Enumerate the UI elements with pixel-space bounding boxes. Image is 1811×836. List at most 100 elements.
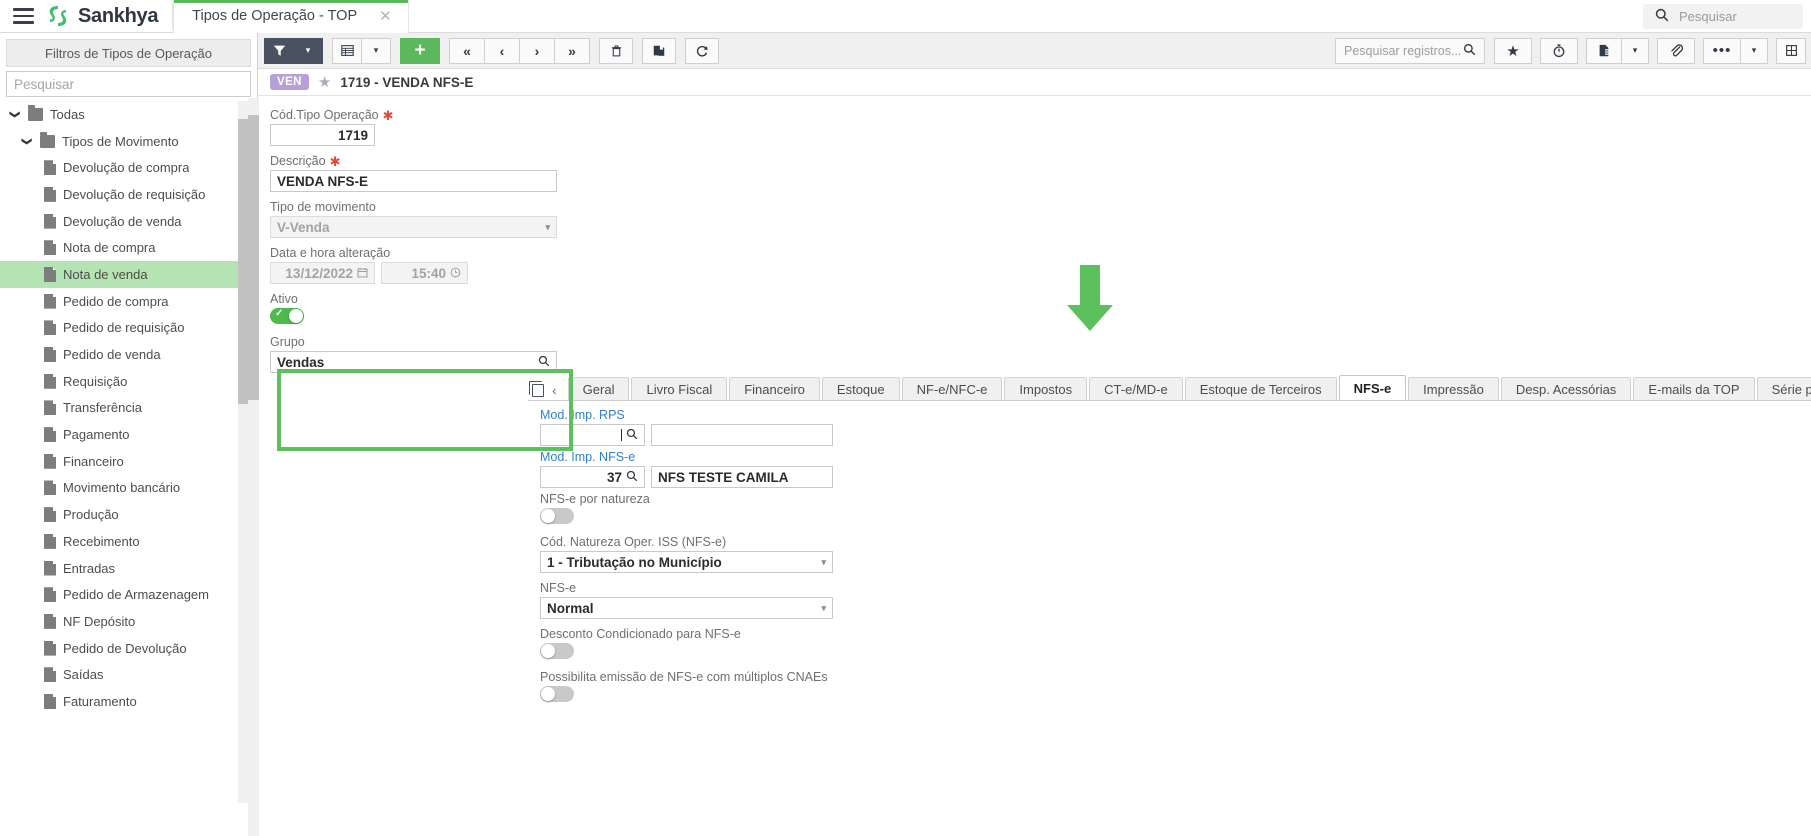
tree-item[interactable]: Devolução de venda bbox=[0, 208, 257, 235]
tree-item[interactable]: Financeiro bbox=[0, 448, 257, 475]
tab-financeiro[interactable]: Financeiro bbox=[729, 377, 820, 401]
tree-item[interactable]: Pagamento bbox=[0, 421, 257, 448]
tree-item[interactable]: Nota de compra bbox=[0, 234, 257, 261]
tab-nf-e-nfc-e[interactable]: NF-e/NFC-e bbox=[901, 377, 1003, 401]
tab-ct-e-md-e[interactable]: CT-e/MD-e bbox=[1089, 377, 1183, 401]
nfse-por-natureza-toggle[interactable] bbox=[540, 508, 574, 524]
duplicate-record-button[interactable] bbox=[642, 37, 676, 64]
tree-item[interactable]: NF Depósito bbox=[0, 608, 257, 635]
mod-imp-rps-code-input[interactable] bbox=[540, 424, 645, 446]
tree-item[interactable]: ❯ Tipos de Movimento bbox=[0, 128, 257, 155]
tab-impostos[interactable]: Impostos bbox=[1004, 377, 1088, 401]
mod-imp-nfse-code-input[interactable]: 37 bbox=[540, 466, 645, 488]
tab-e-mails-da-top[interactable]: E-mails da TOP bbox=[1633, 377, 1755, 401]
tree-item[interactable]: ❯ Todas bbox=[0, 101, 257, 128]
tipo-movimento-select[interactable]: V-Venda ▾ bbox=[270, 216, 557, 238]
search-icon[interactable] bbox=[538, 355, 550, 370]
last-record-button[interactable]: » bbox=[554, 37, 590, 64]
tab-estoque-de-terceiros[interactable]: Estoque de Terceiros bbox=[1184, 377, 1337, 401]
attachment-button[interactable] bbox=[1657, 37, 1695, 64]
descricao-input[interactable]: VENDA NFS-E bbox=[270, 170, 557, 192]
tree-item[interactable]: Entradas bbox=[0, 555, 257, 582]
filter-dropdown-button[interactable]: ▾ bbox=[293, 37, 323, 64]
tab-livro-fiscal[interactable]: Livro Fiscal bbox=[631, 377, 728, 401]
tree-item[interactable]: Pedido de compra bbox=[0, 288, 257, 315]
hora-alteracao-input[interactable]: 15:40 bbox=[381, 262, 468, 284]
field-descricao: Descrição ✱ VENDA NFS-E bbox=[270, 154, 1811, 192]
close-icon[interactable]: ✕ bbox=[379, 7, 392, 25]
grid-dropdown-button[interactable]: ▾ bbox=[361, 37, 391, 64]
filter-tree: ▲ ❯Todas❯Tipos de MovimentoDevolução de … bbox=[0, 101, 257, 803]
grupo-input[interactable]: Vendas bbox=[270, 351, 557, 373]
field-label: Possibilita emissão de NFS-e com múltipl… bbox=[540, 670, 828, 684]
field-label: Data e hora alteração bbox=[270, 246, 1811, 260]
first-record-button[interactable]: « bbox=[449, 37, 485, 64]
tab-impress-o[interactable]: Impressão bbox=[1408, 377, 1499, 401]
input-value: 37 bbox=[606, 469, 622, 485]
mod-imp-rps-desc-input[interactable] bbox=[651, 424, 833, 446]
multiplos-cnaes-toggle[interactable] bbox=[540, 686, 574, 702]
cod-natureza-select[interactable]: 1 - Tributação no Município ▾ bbox=[540, 551, 833, 573]
previous-record-button[interactable]: ‹ bbox=[484, 37, 520, 64]
document-icon bbox=[44, 427, 56, 443]
tree-item[interactable]: Devolução de requisição bbox=[0, 181, 257, 208]
tree-item-label: Pedido de venda bbox=[63, 347, 161, 363]
report-dropdown-button[interactable]: ▾ bbox=[1621, 37, 1649, 64]
record-search-input[interactable]: Pesquisar registros... bbox=[1335, 37, 1485, 64]
nfse-tab-panel: Mod. Imp. RPS Mod. Imp. NFS-e 37 NFS TES… bbox=[540, 408, 1240, 713]
tree-item[interactable]: Devolução de compra bbox=[0, 154, 257, 181]
input-value: 1719 bbox=[337, 127, 368, 143]
timer-button[interactable] bbox=[1540, 37, 1578, 64]
refresh-button[interactable] bbox=[685, 37, 719, 64]
filter-button[interactable] bbox=[264, 37, 294, 64]
tree-item[interactable]: Pedido de Devolução bbox=[0, 635, 257, 662]
grid-toggle-button[interactable] bbox=[1776, 37, 1806, 64]
search-icon[interactable] bbox=[626, 470, 638, 485]
favorite-button[interactable]: ★ bbox=[1494, 37, 1532, 64]
grid-view-button[interactable] bbox=[332, 37, 362, 64]
tree-item[interactable]: Nota de venda bbox=[0, 261, 257, 288]
tree-item[interactable]: Recebimento bbox=[0, 528, 257, 555]
tree-item[interactable]: Requisição bbox=[0, 368, 257, 395]
tree-item[interactable]: Movimento bancário bbox=[0, 475, 257, 502]
chevron-down-icon[interactable]: ❯ bbox=[21, 135, 32, 148]
more-dropdown-button[interactable]: ▾ bbox=[1740, 37, 1768, 64]
more-options-button[interactable]: ••• bbox=[1703, 37, 1741, 64]
tab-estoque[interactable]: Estoque bbox=[821, 377, 900, 401]
ativo-toggle[interactable] bbox=[270, 308, 304, 324]
star-icon[interactable]: ★ bbox=[318, 73, 331, 91]
tree-item[interactable]: Pedido de requisição bbox=[0, 315, 257, 342]
chevron-left-icon[interactable]: ‹ bbox=[552, 382, 557, 398]
next-record-button[interactable]: › bbox=[519, 37, 555, 64]
search-icon[interactable] bbox=[626, 428, 638, 443]
mod-imp-nfse-desc-input[interactable]: NFS TESTE CAMILA bbox=[651, 466, 833, 488]
chevron-down-icon[interactable]: ❯ bbox=[9, 108, 20, 121]
tree-item[interactable]: Saídas bbox=[0, 661, 257, 688]
report-button[interactable] bbox=[1586, 37, 1622, 64]
add-record-button[interactable]: + bbox=[400, 37, 440, 64]
tree-item[interactable]: Pedido de Armazenagem bbox=[0, 581, 257, 608]
nfse-select[interactable]: Normal ▾ bbox=[540, 597, 833, 619]
data-alteracao-input[interactable]: 13/12/2022 bbox=[270, 262, 375, 284]
tree-item[interactable]: Transferência bbox=[0, 395, 257, 422]
search-icon bbox=[1655, 8, 1669, 25]
field-label: Tipo de movimento bbox=[270, 200, 1811, 214]
tab-geral[interactable]: Geral bbox=[567, 377, 630, 401]
document-icon bbox=[44, 453, 56, 469]
document-icon bbox=[44, 160, 56, 176]
tree-item-label: Devolução de venda bbox=[63, 213, 182, 229]
tree-item[interactable]: Faturamento bbox=[0, 688, 257, 715]
delete-record-button[interactable] bbox=[599, 37, 633, 64]
tree-item[interactable]: Produção bbox=[0, 501, 257, 528]
copy-tabs-icon[interactable] bbox=[529, 380, 544, 397]
app-tab-tipos-de-operacao[interactable]: Tipos de Operação - TOP ✕ bbox=[173, 0, 409, 33]
tab-nfs-e[interactable]: NFS-e bbox=[1338, 375, 1407, 401]
menu-hamburger-icon[interactable] bbox=[0, 8, 46, 24]
desconto-condicionado-toggle[interactable] bbox=[540, 643, 574, 659]
sidebar-search-input[interactable]: Pesquisar bbox=[6, 71, 251, 97]
tab-s-rie-por-empresa[interactable]: Série por empresa bbox=[1756, 377, 1811, 401]
tab-desp-acess-rias[interactable]: Desp. Acessórias bbox=[1500, 377, 1632, 401]
tree-item[interactable]: Pedido de venda bbox=[0, 341, 257, 368]
global-search-box[interactable]: Pesquisar bbox=[1643, 4, 1803, 29]
cod-tipo-operacao-input[interactable]: 1719 bbox=[270, 124, 375, 146]
